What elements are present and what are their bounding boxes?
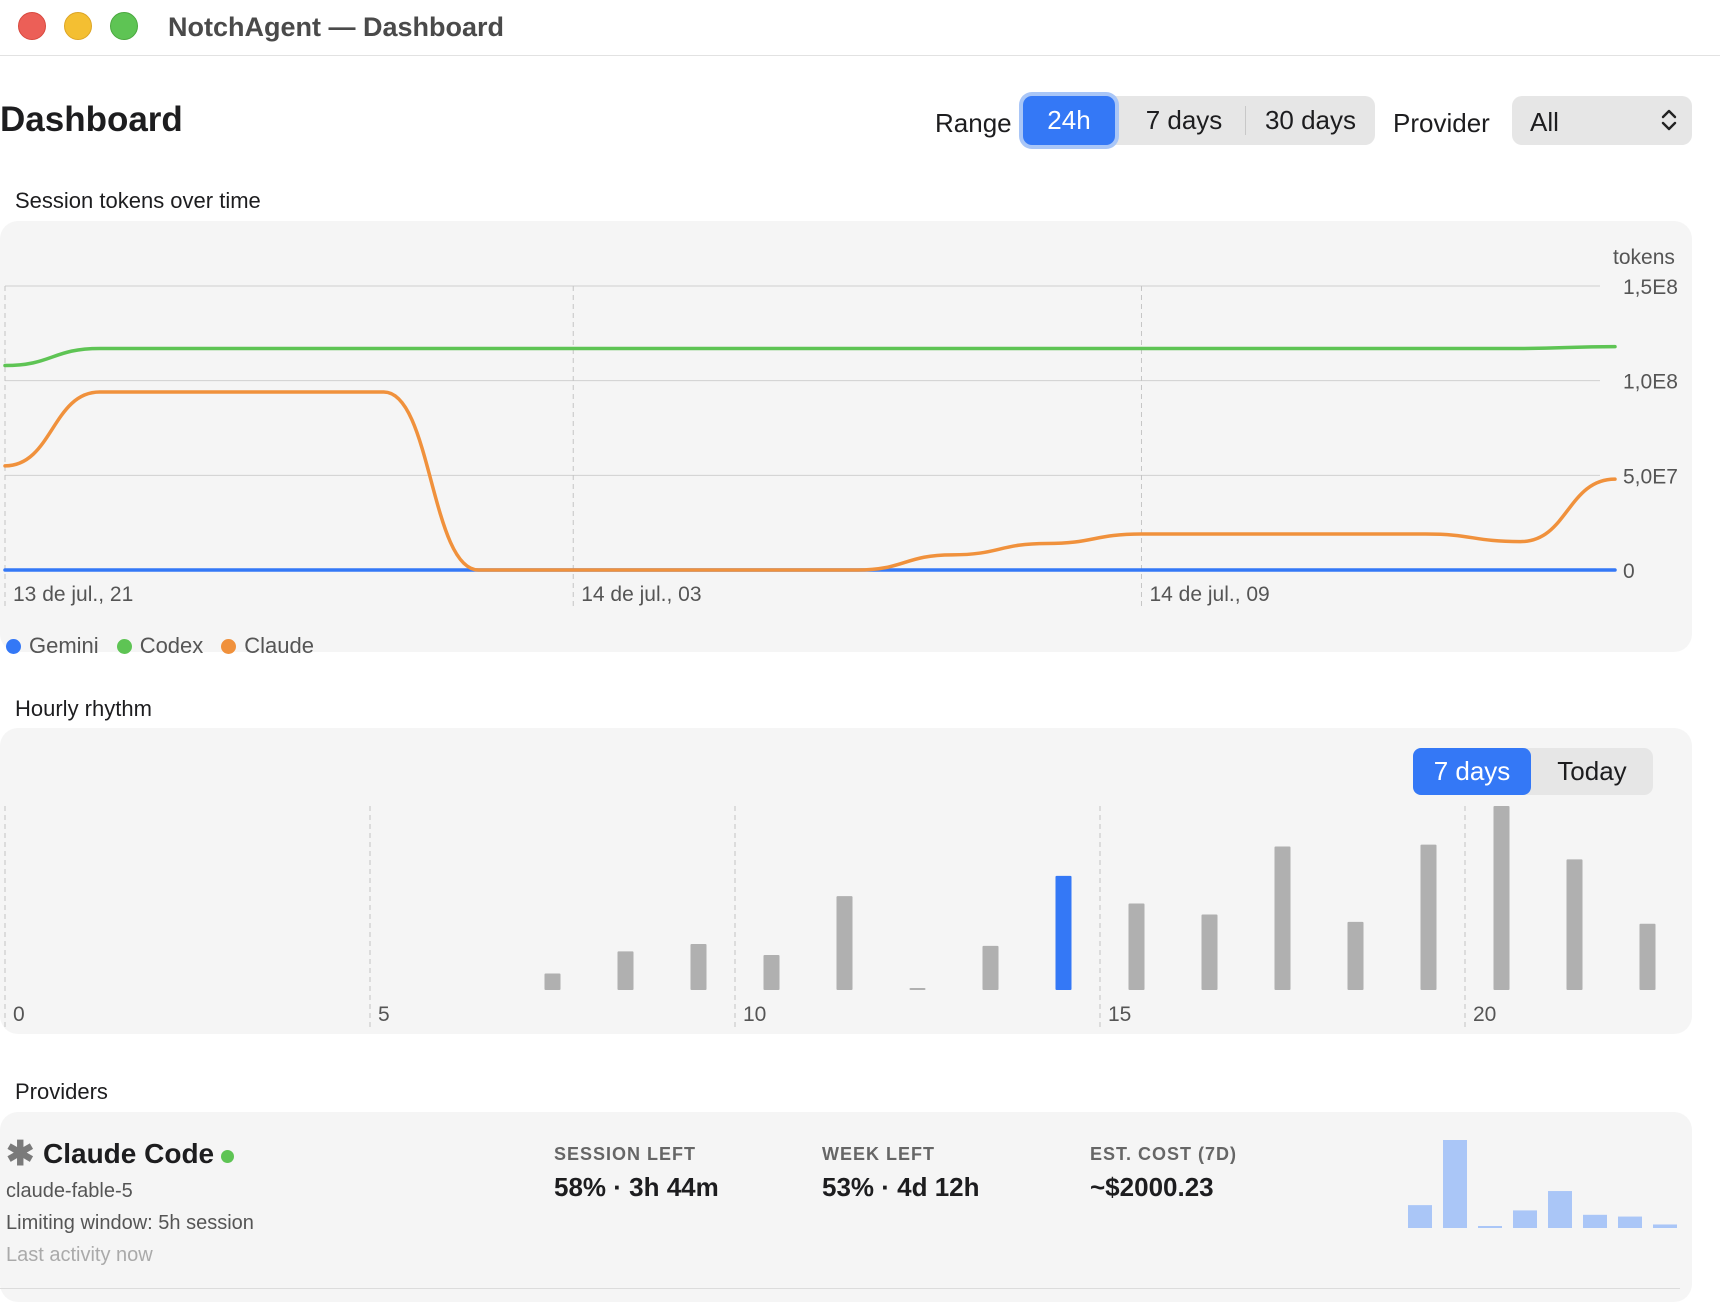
range-label: Range [935, 108, 1012, 138]
card-divider [0, 1288, 1680, 1289]
hourly-bar [1201, 914, 1218, 990]
hourly-option-today[interactable]: Today [1531, 748, 1653, 795]
x-tick-label: 14 de jul., 03 [581, 583, 701, 606]
x-tick-label: 15 [1108, 1003, 1131, 1026]
hourly-option-7-days[interactable]: 7 days [1413, 748, 1531, 795]
hourly-bar [1493, 806, 1510, 990]
hourly-bar [1055, 875, 1072, 990]
chart-legend: Gemini Codex Claude [6, 633, 314, 659]
x-tick-label: 20 [1473, 1003, 1496, 1026]
hourly-chart-title: Hourly rhythm [15, 696, 152, 721]
legend-item-codex: Codex [116, 633, 204, 659]
provider-usage-sparkline [1408, 1140, 1677, 1228]
provider-select[interactable]: All [1512, 96, 1692, 145]
x-tick-label: 0 [13, 1003, 25, 1026]
hourly-bar [763, 955, 780, 990]
provider-label: Provider [1393, 108, 1490, 138]
x-tick-label: 14 de jul., 09 [1149, 583, 1269, 606]
series-line-codex [3, 344, 1617, 368]
provider-card-claude-code[interactable]: ✱ Claude Code claude-fable-5 Limiting wi… [0, 1112, 1692, 1302]
y-axis-label: tokens [1613, 246, 1675, 269]
hourly-bar [690, 944, 707, 990]
sparkline-bar [1513, 1210, 1537, 1228]
session-chart-title: Session tokens over time [15, 188, 261, 213]
range-segmented-control: 24h 7 days 30 days [1023, 96, 1375, 145]
y-tick-label: 5,0E7 [1623, 465, 1678, 488]
session-chart-card: 1,5E8 1,0E8 5,0E7 0 tokens 13 de jul., 21 14 d… [0, 221, 1692, 658]
sparkline-bar [1618, 1216, 1642, 1228]
provider-select-value: All [1530, 107, 1559, 137]
legend-swatch [221, 638, 237, 654]
zoom-window-button[interactable] [110, 12, 138, 40]
minimize-window-button[interactable] [64, 12, 92, 40]
hourly-bar [1566, 859, 1583, 990]
chevron-up-down-icon [1660, 106, 1678, 135]
y-tick-label: 0 [1623, 560, 1635, 583]
hourly-chart-card: 0 5 10 15 20 7 days Today [0, 728, 1692, 1034]
x-tick-label: 5 [378, 1003, 390, 1026]
hourly-bar [982, 945, 999, 990]
sparkline-bar [1478, 1226, 1502, 1228]
range-option-30-days[interactable]: 30 days [1246, 96, 1375, 145]
legend-swatch [6, 638, 21, 654]
session-tokens-line-chart: 1,5E8 1,0E8 5,0E7 0 tokens 13 de jul., 21 14 d… [3, 246, 1678, 606]
sparkline-bar [1443, 1140, 1467, 1228]
hourly-bar [544, 973, 561, 990]
page-title: Dashboard [0, 100, 183, 139]
window-titlebar: NotchAgent — Dashboard [0, 0, 1720, 56]
legend-label: Claude [244, 633, 314, 658]
legend-label: Gemini [29, 633, 99, 658]
legend-label: Codex [139, 633, 204, 658]
hourly-bar [1639, 923, 1656, 990]
legend-item-gemini: Gemini [6, 633, 99, 659]
range-option-7-days[interactable]: 7 days [1123, 96, 1245, 145]
series-line-claude [3, 390, 1617, 572]
legend-swatch [116, 638, 132, 654]
sparkline-bar [1653, 1224, 1677, 1228]
hourly-bar [1420, 844, 1437, 990]
legend-item-claude: Claude [221, 633, 314, 659]
hourly-bar [1128, 903, 1145, 990]
range-option-24h[interactable]: 24h [1023, 96, 1115, 145]
hourly-bar [1274, 846, 1291, 990]
sparkline-bar [1548, 1191, 1572, 1228]
x-tick-label: 13 de jul., 21 [13, 583, 133, 606]
x-tick-label: 10 [743, 1003, 766, 1026]
close-window-button[interactable] [18, 12, 46, 40]
providers-title: Providers [15, 1079, 108, 1104]
window-title: NotchAgent — Dashboard [168, 12, 505, 42]
sparkline-bar [1583, 1214, 1607, 1228]
hourly-range-toggle: 7 days Today [1413, 748, 1653, 795]
y-tick-label: 1,0E8 [1623, 371, 1678, 394]
hourly-bar [1347, 921, 1364, 990]
hourly-bar [836, 896, 853, 990]
sparkline-bar [1408, 1205, 1432, 1228]
hourly-bar [617, 951, 634, 990]
hourly-bar [909, 988, 926, 990]
y-tick-label: 1,5E8 [1623, 276, 1678, 299]
